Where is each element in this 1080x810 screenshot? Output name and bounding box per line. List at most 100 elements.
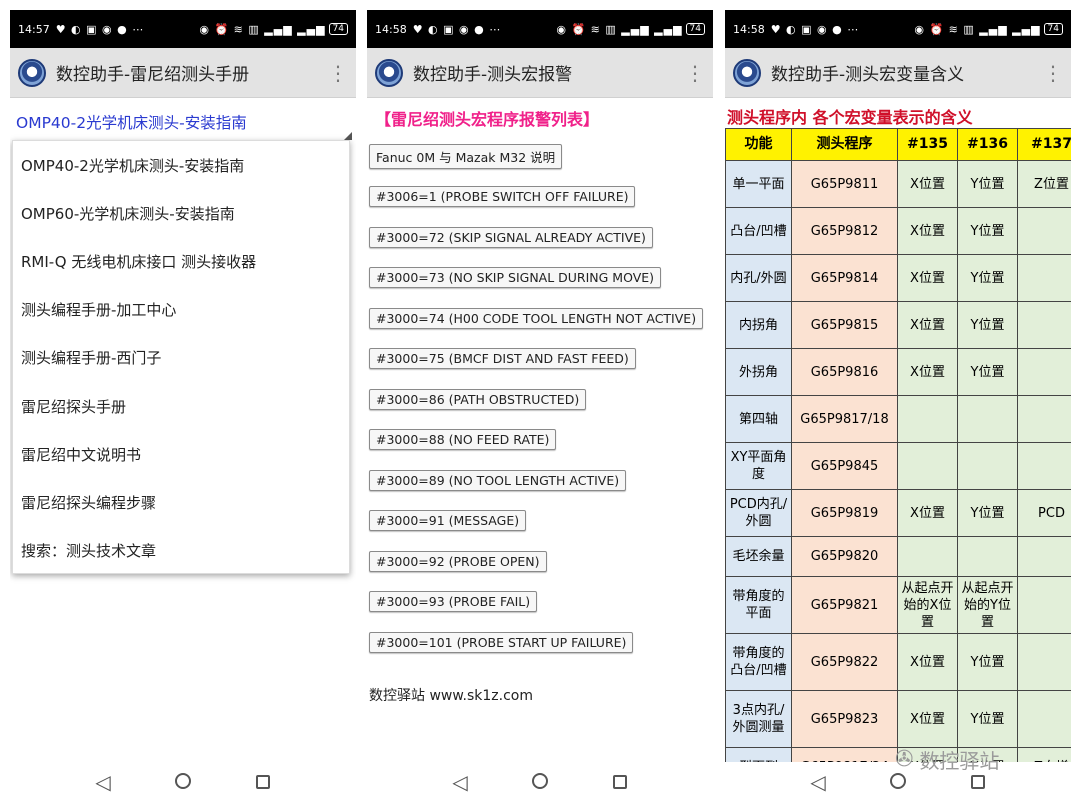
battery-icon: 74 xyxy=(685,23,705,35)
status-notification-icons: ♥ ◐ ▣ ◉ ● ⋯ xyxy=(55,22,145,36)
status-bar: 14:58 ♥ ◐ ▣ ◉ ● ⋯ ◉ ⏰ ≋ ▥ ▂▄▆ ▂▄▆ 74 xyxy=(367,10,713,48)
column-header: 测头程序 xyxy=(791,128,898,161)
table-cell-prog: G65P9823 xyxy=(791,690,898,748)
table-cell-prog: G65P9817/24 xyxy=(791,747,898,762)
alarm-button[interactable]: Fanuc 0M 与 Mazak M32 说明 xyxy=(369,143,563,169)
alarm-button[interactable]: #3000=93 (PROBE FAIL) xyxy=(369,591,538,613)
manual-spinner[interactable]: OMP40-2光学机床测头-安装指南 xyxy=(10,98,356,146)
dropdown-item[interactable]: RMI-Q 无线电机床接口 测头接收器 xyxy=(13,237,349,285)
alarm-button[interactable]: #3000=73 (NO SKIP SIGNAL DURING MOVE) xyxy=(369,267,662,289)
alarm-button[interactable]: #3000=91 (MESSAGE) xyxy=(369,510,527,532)
column-header: #135 xyxy=(897,128,958,161)
table-row: 凸台/凹槽 G65P9812 X位置 Y位置 xyxy=(725,207,1071,255)
phone-screen-variables: 14:58 ♥ ◐ ▣ ◉ ● ⋯ ◉ ⏰ ≋ ▥ ▂▄▆ ▂▄▆ 74 数控助… xyxy=(725,10,1071,762)
alarm-button[interactable]: #3000=92 (PROBE OPEN) xyxy=(369,550,547,572)
overflow-menu-icon[interactable]: ⋮ xyxy=(1043,61,1063,85)
alarm-button[interactable]: #3000=88 (NO FEED RATE) xyxy=(369,429,557,451)
nav-bar: ◁ xyxy=(367,764,713,800)
back-icon[interactable]: ◁ xyxy=(449,770,471,794)
table-cell-v135 xyxy=(897,395,958,443)
home-icon[interactable] xyxy=(172,770,194,794)
site-link[interactable]: 数控驿站 www.sk1z.com xyxy=(367,685,713,705)
dropdown-item[interactable]: 雷尼绍探头编程步骤 xyxy=(13,478,349,526)
table-cell-v136: Y位置 xyxy=(957,254,1018,302)
overflow-menu-icon[interactable]: ⋮ xyxy=(328,61,348,85)
spinner-selected-text: OMP40-2光学机床测头-安装指南 xyxy=(16,114,247,132)
app-logo-icon xyxy=(18,58,46,87)
table-cell-prog: G65P9817/18 xyxy=(791,395,898,443)
table-row: 3点内孔/外圆测量 G65P9823 X位置 Y位置 xyxy=(725,690,1071,748)
app-title: 数控助手-测头宏变量含义 xyxy=(771,65,965,85)
dropdown-item[interactable]: 测头编程手册-加工中心 xyxy=(13,286,349,334)
dropdown-item[interactable]: OMP60-光学机床测头-安装指南 xyxy=(13,189,349,237)
table-row: 内拐角 G65P9815 X位置 Y位置 xyxy=(725,301,1071,349)
table-cell-v136: Y位置 xyxy=(957,348,1018,396)
table-cell-v135: X位置 xyxy=(897,633,958,691)
overflow-menu-icon[interactable]: ⋮ xyxy=(685,61,705,85)
dropdown-item[interactable]: 雷尼绍探头手册 xyxy=(13,382,349,430)
table-cell-func: 毛坯余量 xyxy=(725,536,792,577)
table-cell-func: 带角度的平面 xyxy=(725,576,792,634)
status-system-icons: ◉ ⏰ ≋ ▥ ▂▄▆ ▂▄▆ xyxy=(556,22,683,36)
app-logo-icon xyxy=(375,58,403,87)
home-icon[interactable] xyxy=(887,770,909,794)
dropdown-item[interactable]: 测头编程手册-西门子 xyxy=(13,334,349,382)
home-icon[interactable] xyxy=(529,770,551,794)
table-row: 外拐角 G65P9816 X位置 Y位置 xyxy=(725,348,1071,396)
dropdown-item[interactable]: 雷尼绍中文说明书 xyxy=(13,430,349,478)
table-cell-v135: X位置 xyxy=(897,160,958,208)
table-cell-prog: G65P9812 xyxy=(791,207,898,255)
battery-icon: 74 xyxy=(1043,23,1063,35)
table-cell-prog: G65P9821 xyxy=(791,576,898,634)
table-cell-v135: X位置 xyxy=(897,690,958,748)
table-cell-v136 xyxy=(957,442,1018,490)
recent-apps-icon[interactable] xyxy=(609,770,631,794)
table-cell-func: 内孔/外圆 xyxy=(725,254,792,302)
app-bar: 数控助手-雷尼绍测头手册 ⋮ xyxy=(10,48,356,98)
recent-apps-icon[interactable] xyxy=(252,770,274,794)
table-cell-v135: X位置 xyxy=(897,207,958,255)
alarm-button[interactable]: #3000=89 (NO TOOL LENGTH ACTIVE) xyxy=(369,469,627,491)
table-cell-v137 xyxy=(1017,254,1071,302)
table-cell-func: 型面到 xyxy=(725,747,792,762)
app-bar: 数控助手-测头宏报警 ⋮ xyxy=(367,48,713,98)
table-cell-v136: Y位置 xyxy=(957,301,1018,349)
alarm-button[interactable]: #3000=86 (PATH OBSTRUCTED) xyxy=(369,388,587,410)
table-cell-v136: Y位置 xyxy=(957,160,1018,208)
table-cell-v135: 从起点开始的X位置 xyxy=(897,576,958,634)
dropdown-item[interactable]: OMP40-2光学机床测头-安装指南 xyxy=(13,141,349,189)
variables-header: 测头程序内 各个宏变量表示的含义 xyxy=(727,108,973,127)
table-cell-v135: X位置 xyxy=(897,489,958,537)
status-notification-icons: ♥ ◐ ▣ ◉ ● ⋯ xyxy=(770,22,860,36)
app-bar: 数控助手-测头宏变量含义 ⋮ xyxy=(725,48,1071,98)
table-cell-func: 内拐角 xyxy=(725,301,792,349)
recent-apps-icon[interactable] xyxy=(967,770,989,794)
table-cell-v136 xyxy=(957,395,1018,443)
table-cell-v136: Y位置 xyxy=(957,489,1018,537)
table-cell-v136: Y位置 xyxy=(957,633,1018,691)
alarm-button[interactable]: #3000=75 (BMCF DIST AND FAST FEED) xyxy=(369,348,636,370)
table-cell-func: 外拐角 xyxy=(725,348,792,396)
table-cell-v137 xyxy=(1017,690,1071,748)
table-cell-v137 xyxy=(1017,536,1071,577)
battery-icon: 74 xyxy=(328,23,348,35)
table-row: 毛坯余量 G65P9820 xyxy=(725,536,1071,577)
table-cell-v135 xyxy=(897,442,958,490)
status-system-icons: ◉ ⏰ ≋ ▥ ▂▄▆ ▂▄▆ xyxy=(199,22,326,36)
table-cell-v137 xyxy=(1017,395,1071,443)
table-cell-prog: G65P9814 xyxy=(791,254,898,302)
back-icon[interactable]: ◁ xyxy=(807,770,829,794)
alarm-button[interactable]: #3000=74 (H00 CODE TOOL LENGTH NOT ACTIV… xyxy=(369,307,704,329)
table-cell-v136: Y位置 xyxy=(957,207,1018,255)
alarm-button[interactable]: #3000=72 (SKIP SIGNAL ALREADY ACTIVE) xyxy=(369,226,653,248)
alarm-list: Fanuc 0M 与 Mazak M32 说明 #3006=1 (PROBE S… xyxy=(367,136,713,663)
table-cell-v137 xyxy=(1017,348,1071,396)
back-icon[interactable]: ◁ xyxy=(92,770,114,794)
status-bar: 14:57 ♥ ◐ ▣ ◉ ● ⋯ ◉ ⏰ ≋ ▥ ▂▄▆ ▂▄▆ 74 xyxy=(10,10,356,48)
alarm-button[interactable]: #3000=101 (PROBE START UP FAILURE) xyxy=(369,631,634,653)
table-cell-prog: G65P9845 xyxy=(791,442,898,490)
alarm-button[interactable]: #3006=1 (PROBE SWITCH OFF FAILURE) xyxy=(369,186,636,208)
status-time: 14:58 xyxy=(733,22,765,36)
dropdown-item[interactable]: 搜索：测头技术文章 xyxy=(13,527,349,575)
column-header: #137 xyxy=(1017,128,1071,161)
